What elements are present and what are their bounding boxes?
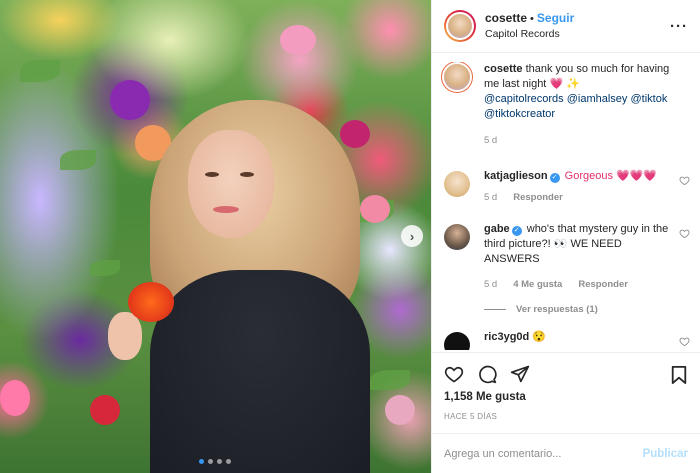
view-replies-button[interactable]: Ver respuestas (1) xyxy=(484,304,700,315)
mention-link[interactable]: @tiktokcreator xyxy=(484,108,555,120)
commenter-avatar[interactable] xyxy=(444,171,470,197)
more-icon[interactable]: ··· xyxy=(670,18,688,35)
chevron-right-icon: › xyxy=(409,228,415,244)
publish-button[interactable]: Publicar xyxy=(643,448,688,460)
caption-avatar[interactable] xyxy=(444,64,470,90)
caption-time[interactable]: 5 d xyxy=(484,133,497,148)
comment-item: ric3yg0d 😯 xyxy=(432,330,700,350)
heart-icon[interactable] xyxy=(679,228,690,239)
caption-emoji: 💗 ✨ xyxy=(549,78,580,90)
carousel-dot xyxy=(208,459,213,464)
commenter-avatar[interactable] xyxy=(444,332,470,350)
mention-link[interactable]: @tiktok xyxy=(630,93,667,105)
post-photo[interactable]: › xyxy=(0,0,431,473)
share-icon[interactable] xyxy=(510,364,530,384)
person-eye xyxy=(240,172,254,177)
person-face xyxy=(188,130,274,238)
replies-divider xyxy=(484,309,506,310)
comment-likes[interactable]: 4 Me gusta xyxy=(513,277,562,292)
leaf-decoration xyxy=(60,150,96,170)
heart-icon[interactable] xyxy=(679,175,690,186)
person-lips xyxy=(213,206,239,213)
post-header: cosette • Seguir Capitol Records ··· xyxy=(432,0,700,53)
heart-icon[interactable] xyxy=(444,364,464,384)
carousel-dot xyxy=(217,459,222,464)
comment-time[interactable]: 5 d xyxy=(484,277,497,292)
comments-list[interactable]: cosette thank you so much for having me … xyxy=(432,62,700,350)
heart-icon[interactable] xyxy=(679,336,690,347)
verified-icon: ✓ xyxy=(511,226,522,236)
reply-button[interactable]: Responder xyxy=(578,277,628,292)
comment-text: 😯 xyxy=(532,331,547,343)
person-eye xyxy=(205,172,219,177)
commenter-username[interactable]: gabe xyxy=(484,223,510,235)
post-date[interactable]: HACE 5 DÍAS xyxy=(444,412,497,421)
leaf-decoration xyxy=(370,370,410,390)
author-avatar[interactable] xyxy=(444,10,476,42)
flower-decoration xyxy=(90,395,120,425)
flower-decoration xyxy=(360,195,390,223)
instagram-post: › cosette • Seguir Capitol Records ··· c… xyxy=(0,0,700,473)
caption: cosette thank you so much for having me … xyxy=(432,62,700,148)
reply-button[interactable]: Responder xyxy=(513,190,563,205)
leaf-decoration xyxy=(20,60,60,82)
separator-dot: • xyxy=(530,12,534,25)
flower-decoration xyxy=(340,120,370,148)
commenter-username[interactable]: ric3yg0d xyxy=(484,331,529,343)
comment-item: gabe ✓ who's that mystery guy in the thir… xyxy=(432,222,700,292)
comment-icon[interactable] xyxy=(477,364,497,384)
follow-button[interactable]: Seguir xyxy=(537,11,574,25)
verified-icon: ✓ xyxy=(549,173,560,183)
comment-time[interactable]: 5 d xyxy=(484,190,497,205)
comment-composer: Publicar xyxy=(432,433,700,473)
author-username[interactable]: cosette xyxy=(485,11,527,25)
bookmark-icon[interactable] xyxy=(670,365,688,385)
location-link[interactable]: Capitol Records xyxy=(485,27,574,42)
likes-count[interactable]: 1,158 Me gusta xyxy=(444,391,526,403)
flower-decoration xyxy=(110,80,150,120)
caption-username[interactable]: cosette xyxy=(484,63,523,75)
comment-item: katjaglieson ✓ Gorgeous 💗💗💗 5 d Responder xyxy=(432,169,700,205)
flower-decoration xyxy=(385,395,415,425)
person-hand xyxy=(108,312,142,360)
leaf-decoration xyxy=(90,260,120,276)
red-flower xyxy=(128,282,174,322)
person-jacket xyxy=(150,270,370,473)
commenter-avatar[interactable] xyxy=(444,224,470,250)
mention-link[interactable]: @iamhalsey xyxy=(567,93,628,105)
commenter-username[interactable]: katjaglieson xyxy=(484,170,548,182)
post-side-panel: cosette • Seguir Capitol Records ··· coset… xyxy=(431,0,700,473)
carousel-dot xyxy=(226,459,231,464)
comment-text: Gorgeous 💗💗💗 xyxy=(564,170,658,182)
flower-decoration xyxy=(280,25,316,55)
comment-input[interactable] xyxy=(444,447,643,460)
flower-decoration xyxy=(0,380,30,416)
carousel-next-button[interactable]: › xyxy=(401,225,423,247)
mention-link[interactable]: @capitolrecords xyxy=(484,93,564,105)
view-replies-label: Ver respuestas (1) xyxy=(516,304,598,315)
carousel-dot xyxy=(199,459,204,464)
carousel-dots xyxy=(199,459,231,464)
